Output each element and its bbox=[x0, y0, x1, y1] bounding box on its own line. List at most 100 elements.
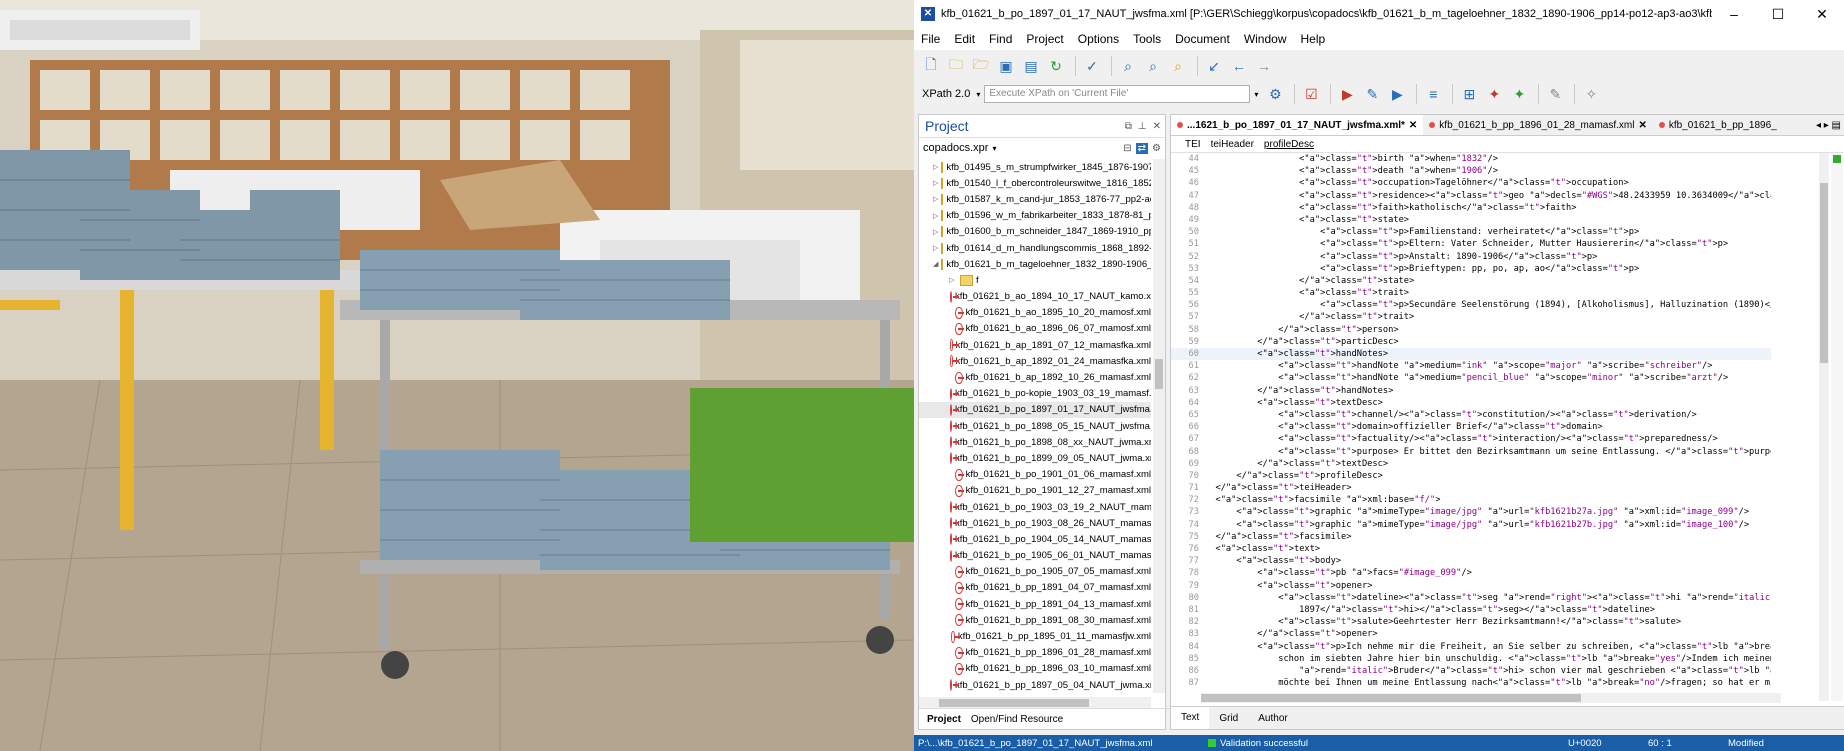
breadcrumb-item[interactable]: TEI bbox=[1185, 139, 1201, 150]
pin-icon[interactable]: ✦ bbox=[1483, 83, 1505, 105]
tag-icon[interactable]: ⊞ bbox=[1458, 83, 1480, 105]
save-icon[interactable]: ▣ bbox=[995, 55, 1017, 77]
code-line[interactable]: 59 </"a">class="t">particDesc> bbox=[1171, 336, 1771, 348]
tree-file[interactable]: kfb_01621_b_pp_1891_08_30_mamasf.xml bbox=[919, 612, 1151, 628]
menu-tools[interactable]: Tools bbox=[1126, 32, 1168, 46]
back-icon[interactable]: ← bbox=[1228, 55, 1250, 77]
menu-document[interactable]: Document bbox=[1168, 32, 1237, 46]
code-area[interactable]: 44 <"a">class="t">birth "a">when="1832"/… bbox=[1171, 153, 1771, 701]
code-line[interactable]: 85 schon im siebten Jahre hier bin unsch… bbox=[1171, 653, 1771, 665]
tab-project[interactable]: Project bbox=[927, 714, 961, 725]
code-line[interactable]: 70 </"a">class="t">profileDesc> bbox=[1171, 470, 1771, 482]
tree-folder[interactable]: ◢ kfb_01621_b_m_tageloehner_1832_1890-190… bbox=[919, 256, 1151, 272]
code-line[interactable]: 87 möchte bei Ihnen um meine Entlassung … bbox=[1171, 677, 1771, 689]
editor-tab[interactable]: kfb_01621_b_pp_1896_01_28_mamasf.xml ✕ bbox=[1423, 120, 1653, 131]
chevron-down-icon[interactable]: ▾ bbox=[1254, 90, 1258, 99]
code-line[interactable]: 67 <"a">class="t">factuality/><"a">class… bbox=[1171, 433, 1771, 445]
scroll-thumb[interactable] bbox=[939, 699, 1089, 707]
find-icon[interactable]: ⌕ bbox=[1117, 55, 1139, 77]
tree-file[interactable]: kfb_01621_b_pp_1891_04_13_mamasf.xml bbox=[919, 596, 1151, 612]
tree-file[interactable]: kfb_01621_b_po_1899_09_05_NAUT_jwma.xml bbox=[919, 450, 1151, 466]
code-line[interactable]: 49 <"a">class="t">state> bbox=[1171, 214, 1771, 226]
code-line[interactable]: 82 <"a">class="t">salute>Geehrtester Her… bbox=[1171, 616, 1771, 628]
code-line[interactable]: 64 <"a">class="t">textDesc> bbox=[1171, 397, 1771, 409]
tab-author[interactable]: Author bbox=[1248, 713, 1297, 724]
code-line[interactable]: 68 <"a">class="t">purpose> Er bittet den… bbox=[1171, 446, 1771, 458]
new-file-icon[interactable]: 🗋 bbox=[920, 55, 942, 77]
editor-horizontal-scrollbar[interactable] bbox=[1201, 693, 1781, 703]
tree-file[interactable]: kfb_01621_b_pp_1896_03_10_mamasf.xml bbox=[919, 661, 1151, 677]
code-line[interactable]: 81 1897</"a">class="t">hi></"a">class="t… bbox=[1171, 604, 1771, 616]
code-line[interactable]: 45 <"a">class="t">death "a">when="1906"/… bbox=[1171, 165, 1771, 177]
xpath-settings-icon[interactable]: ⚙ bbox=[1264, 83, 1286, 105]
format-indent-icon[interactable]: ≡ bbox=[1422, 83, 1444, 105]
tree-folder[interactable]: ▷ f bbox=[919, 272, 1151, 288]
tree-file[interactable]: kfb_01621_b_po_1904_05_14_NAUT_mamasf.xm… bbox=[919, 531, 1151, 547]
editor-tab[interactable]: kfb_01621_b_pp_1896_ bbox=[1653, 120, 1783, 131]
code-line[interactable]: 60 <"a">class="t">handNotes> bbox=[1171, 348, 1771, 361]
breadcrumb-item[interactable]: profileDesc bbox=[1264, 139, 1314, 150]
code-line[interactable]: 74 <"a">class="t">graphic "a">mimeType="… bbox=[1171, 519, 1771, 531]
code-line[interactable]: 57 </"a">class="t">trait> bbox=[1171, 311, 1771, 323]
tree-file[interactable]: kfb_01621_b_ap_1892_10_26_mamasf.xml bbox=[919, 369, 1151, 385]
close-tab-icon[interactable]: ✕ bbox=[1409, 120, 1417, 131]
expand-toggle-icon[interactable]: ▷ bbox=[933, 228, 938, 236]
edit-icon[interactable]: ✎ bbox=[1544, 83, 1566, 105]
tree-file[interactable]: kfb_01621_b_po_1901_01_06_mamasf.xml bbox=[919, 467, 1151, 483]
tree-folder[interactable]: ▷ kfb_01600_b_m_schneider_1847_1869-1910_… bbox=[919, 224, 1151, 240]
chevron-down-icon[interactable]: ▾ bbox=[976, 90, 980, 99]
tree-file[interactable]: kfb_01621_b_pp_1897_05_04_NAUT_jwma.xml bbox=[919, 677, 1151, 693]
maximize-button[interactable]: ☐ bbox=[1756, 0, 1800, 28]
debug-icon[interactable]: ▶ bbox=[1386, 83, 1408, 105]
code-line[interactable]: 62 <"a">class="t">handNote "a">medium="p… bbox=[1171, 372, 1771, 384]
tree-file[interactable]: kfb_01621_b_ap_1892_01_24_mamasfka.xml bbox=[919, 353, 1151, 369]
xpath-version-select[interactable]: XPath 2.0 bbox=[922, 88, 970, 100]
wand-icon[interactable]: ✧ bbox=[1580, 83, 1602, 105]
menu-options[interactable]: Options bbox=[1071, 32, 1126, 46]
code-line[interactable]: 48 <"a">class="t">faith>katholisch</"a">… bbox=[1171, 202, 1771, 214]
code-line[interactable]: 72 <"a">class="t">facsimile "a">xml:base… bbox=[1171, 494, 1771, 506]
open-url-icon[interactable]: 🗁 bbox=[970, 55, 992, 77]
expand-toggle-icon[interactable]: ▷ bbox=[947, 276, 957, 284]
code-line[interactable]: 73 <"a">class="t">graphic "a">mimeType="… bbox=[1171, 506, 1771, 518]
transform-icon[interactable]: ▶ bbox=[1336, 83, 1358, 105]
code-line[interactable]: 66 <"a">class="t">domain>offizieller Bri… bbox=[1171, 421, 1771, 433]
minimize-button[interactable]: – bbox=[1712, 0, 1756, 28]
forward-icon[interactable]: → bbox=[1253, 55, 1275, 77]
restore-icon[interactable]: ⧉ bbox=[1125, 121, 1132, 132]
code-line[interactable]: 50 <"a">class="t">p>Familienstand: verhe… bbox=[1171, 226, 1771, 238]
close-tab-icon[interactable]: ✕ bbox=[1638, 120, 1646, 131]
scroll-thumb[interactable] bbox=[1820, 183, 1828, 363]
link-editor-icon[interactable]: ⇄ bbox=[1135, 142, 1149, 154]
tree-file[interactable]: kfb_01621_b_po_1901_12_27_mamasf.xml bbox=[919, 483, 1151, 499]
tree-file[interactable]: kfb_01621_b_po_1905_06_01_NAUT_mamasf.xm… bbox=[919, 548, 1151, 564]
close-button[interactable]: ✕ bbox=[1800, 0, 1844, 28]
code-line[interactable]: 78 <"a">class="t">pb "a">facs="#image_09… bbox=[1171, 567, 1771, 579]
code-line[interactable]: 61 <"a">class="t">handNote "a">medium="i… bbox=[1171, 360, 1771, 372]
open-folder-icon[interactable]: 🗀 bbox=[945, 55, 967, 77]
tab-grid[interactable]: Grid bbox=[1209, 713, 1248, 724]
code-line[interactable]: 80 <"a">class="t">dateline><"a">class="t… bbox=[1171, 592, 1771, 604]
code-line[interactable]: 63 </"a">class="t">handNotes> bbox=[1171, 385, 1771, 397]
tree-file[interactable]: kfb_01621_b_po_1897_01_17_NAUT_jwsfma.xm… bbox=[919, 401, 1151, 418]
tree-folder[interactable]: ▷ kfb_01614_d_m_handlungscommis_1868_1892… bbox=[919, 240, 1151, 256]
menu-project[interactable]: Project bbox=[1019, 32, 1070, 46]
tree-file[interactable]: kfb_01621_b_po_1903_08_26_NAUT_mamasf.xm… bbox=[919, 515, 1151, 531]
code-line[interactable]: 65 <"a">class="t">channel/><"a">class="t… bbox=[1171, 409, 1771, 421]
reload-icon[interactable]: ↻ bbox=[1045, 55, 1067, 77]
collapse-all-icon[interactable]: ⊟ bbox=[1123, 143, 1131, 154]
code-line[interactable]: 52 <"a">class="t">p>Anstalt: 1890-1906</… bbox=[1171, 251, 1771, 263]
tree-file[interactable]: kfb_01621_b_po_1905_07_05_mamasf.xml bbox=[919, 564, 1151, 580]
code-line[interactable]: 51 <"a">class="t">p>Eltern: Vater Schnei… bbox=[1171, 238, 1771, 250]
menu-find[interactable]: Find bbox=[982, 32, 1019, 46]
code-line[interactable]: 54 </"a">class="t">state> bbox=[1171, 275, 1771, 287]
tree-file[interactable]: kfb_01621_b_po-kopie_1903_03_19_mamasf.x… bbox=[919, 386, 1151, 402]
settings-icon[interactable]: ⚙ bbox=[1152, 143, 1161, 154]
expand-toggle-icon[interactable]: ▷ bbox=[933, 244, 938, 252]
star-icon[interactable]: ✦ bbox=[1508, 83, 1530, 105]
tree-file[interactable]: kfb_01621_b_pp_1896_01_28_mamasf.xml bbox=[919, 645, 1151, 661]
editor-vertical-scrollbar[interactable] bbox=[1819, 153, 1829, 701]
close-panel-icon[interactable]: ✕ bbox=[1153, 121, 1161, 132]
project-vertical-scrollbar[interactable] bbox=[1153, 159, 1165, 693]
expand-toggle-icon[interactable]: ◢ bbox=[933, 260, 938, 268]
